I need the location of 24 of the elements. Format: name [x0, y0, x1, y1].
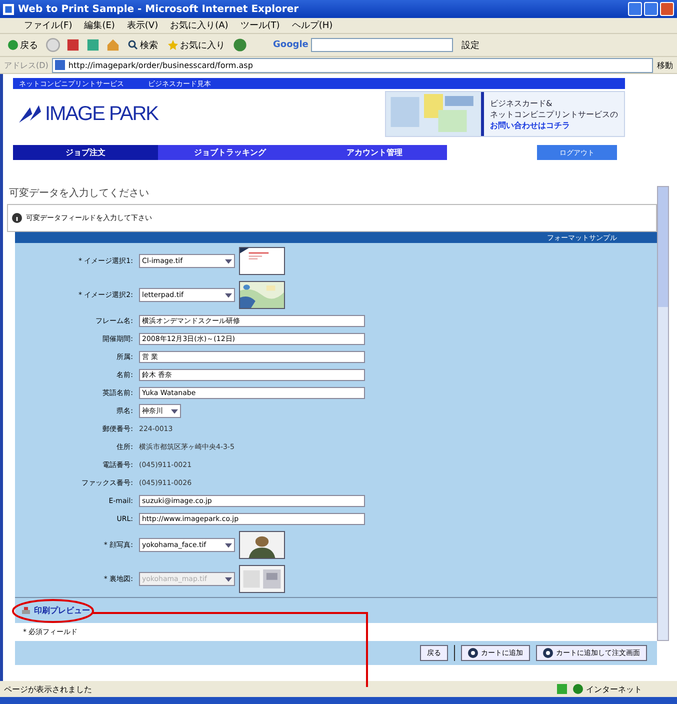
banner-link[interactable]: お問い合わせはコチラ [490, 120, 618, 130]
nav-tab[interactable]: ジョブ注文 [13, 145, 158, 160]
banner[interactable]: ビジネスカード& ネットコンビニプリントサービスの お問い合わせはコチラ [385, 91, 625, 137]
zone-text: インターネット [586, 684, 642, 694]
menu-item[interactable]: お気に入り(A) [170, 19, 228, 32]
settings-button[interactable]: 設定 [459, 38, 482, 52]
address-label: アドレス(D) [4, 60, 48, 70]
logo-text: IMAGE PARK [45, 102, 158, 126]
favorites-button[interactable]: お気に入り [166, 38, 227, 52]
menu-item[interactable]: ツール(T) [240, 19, 280, 32]
menu-item[interactable]: 表示(V) [126, 19, 158, 32]
menu-item[interactable]: ファイル(F) [24, 19, 72, 32]
address-field[interactable]: http://imagepark/order/businesscard/form.asp [52, 58, 653, 72]
banner-text: ネットコンビニプリントサービスの [490, 108, 618, 120]
search-button[interactable]: 検索 [126, 38, 160, 52]
go-button[interactable]: 移動 [657, 60, 673, 70]
page-heading: 可変データを入力してください [8, 186, 150, 201]
menu-item[interactable]: ヘルプ(H) [292, 19, 333, 32]
banner-text: ビジネスカード& [490, 98, 554, 108]
google-label: Google [273, 40, 308, 50]
back-button[interactable]: 戻る [6, 38, 40, 52]
status-text: ページが表示されました [4, 684, 93, 694]
window-title: Web to Print Sample - Microsoft Internet Explorer [18, 4, 300, 14]
menu-item[interactable]: 編集(E) [84, 19, 115, 32]
